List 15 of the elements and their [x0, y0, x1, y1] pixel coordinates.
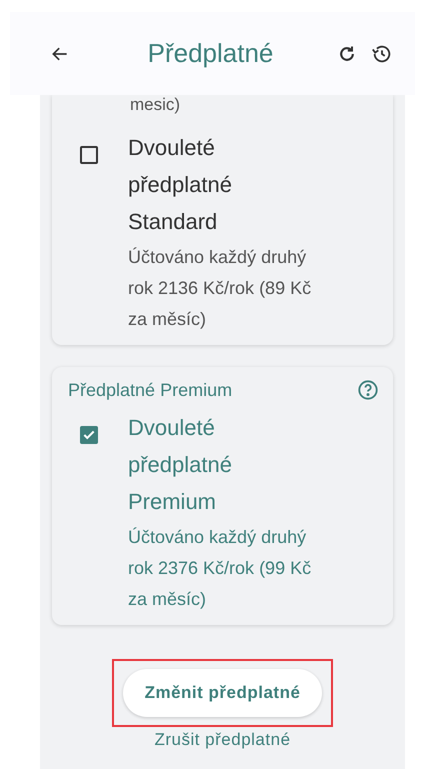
description-text: mesic): [129, 95, 182, 115]
page-title: Předplatné: [146, 38, 274, 69]
plan-title: Dvouleté předplatné Standard: [128, 134, 233, 236]
plan-description: Účtováno každý druhý rok 2136 Kč/rok (89 Kč za měsíc): [128, 246, 312, 331]
change-subscription-button[interactable]: Změnit předplatné: [122, 669, 322, 717]
checkbox[interactable]: [80, 146, 98, 164]
history-icon: [371, 42, 393, 64]
refresh-icon: [337, 44, 357, 64]
plan-title: Dvouleté předplatné Premium: [128, 414, 233, 516]
cancel-subscription-link[interactable]: Zrušit předplatné: [148, 729, 297, 751]
help-icon[interactable]: [357, 379, 379, 401]
card-title: Předplatné Premium: [68, 380, 232, 400]
checkbox[interactable]: [80, 426, 98, 444]
checkmark-icon: [82, 428, 96, 442]
plan-description: Účtováno každý druhý rok 2376 Kč/rok (99 Kč za měsíc): [128, 526, 312, 611]
